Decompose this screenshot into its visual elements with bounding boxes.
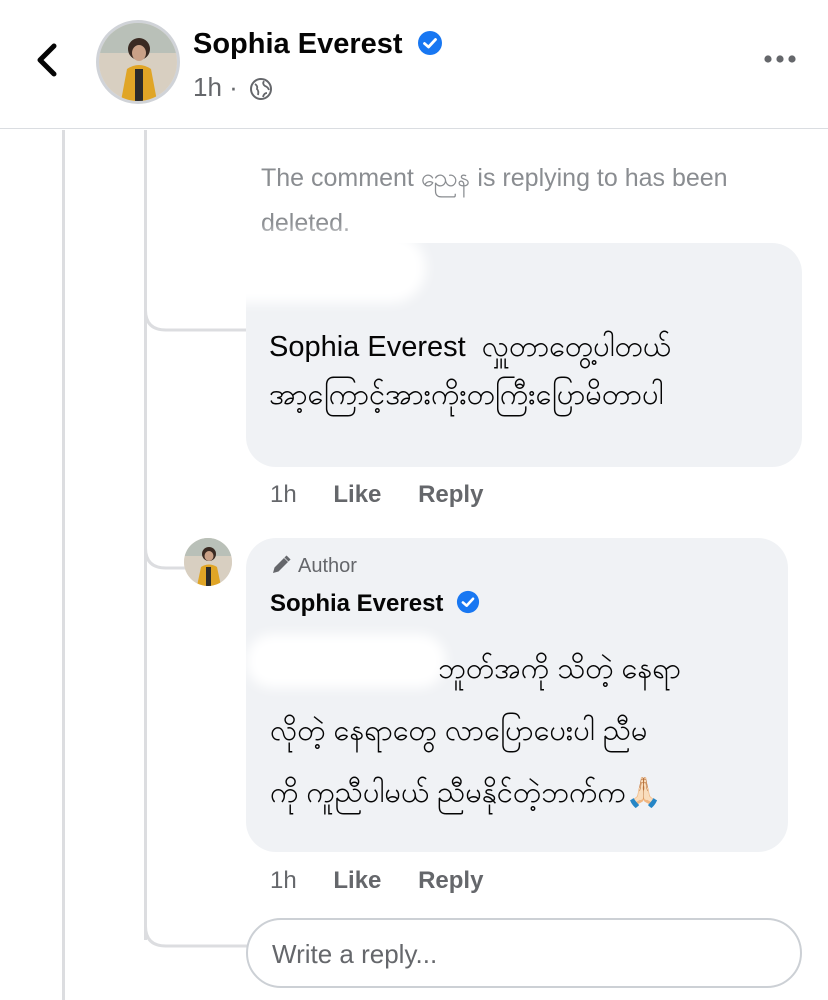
avatar[interactable] [96,20,180,104]
reply-button[interactable]: Reply [418,867,483,894]
comment-actions: 1h Like Reply [270,481,513,509]
like-button[interactable]: Like [333,867,381,894]
reply-text: လိုတဲ့ နေရာတွေ လာပြောပေးပါ ညီမ ကို ကူညီပ… [270,715,662,809]
avatar[interactable] [184,538,232,586]
reply-bubble[interactable]: Author Sophia Everest ဘူတ်အကို သိတဲ့ နေရ… [246,538,788,852]
page-title[interactable]: Sophia Everest [193,28,443,61]
verified-icon [457,590,480,614]
pencil-icon [273,555,291,573]
verified-icon [417,31,442,55]
author-badge: Author [270,554,357,578]
comment-time[interactable]: 1h [270,481,297,508]
post-header: Sophia Everest 1h · [0,0,828,129]
thread-line-outer [62,130,65,1000]
reply-author[interactable]: Sophia Everest [270,590,480,618]
meta-separator: · [229,72,238,102]
reply-input[interactable] [270,932,774,976]
reply-text-line: ဘူတ်အကို သိတဲ့ နေရာ [438,653,681,685]
redacted-name [166,233,426,303]
thread-connector [144,900,248,948]
globe-icon [250,78,273,100]
redacted-mention [246,634,446,688]
like-button[interactable]: Like [333,481,381,508]
reply-actions: 1h Like Reply [270,867,513,895]
comment-bubble[interactable]: Sophia Everest လှူတာတွေ့ပါတယ် အာ့ကြောင့်… [166,233,802,467]
post-time[interactable]: 1h [193,72,222,102]
reply-composer[interactable] [246,918,802,988]
thread-connector [144,520,186,570]
more-horizontal-icon [764,55,796,63]
reply-button[interactable]: Reply [418,481,483,508]
author-name[interactable]: Sophia Everest [193,28,403,60]
reply-time[interactable]: 1h [270,867,297,894]
post-meta: 1h · [193,72,273,103]
chevron-left-icon [37,43,57,77]
comment-text: Sophia Everest လှူတာတွေ့ပါတယ် အာ့ကြောင့်… [269,331,672,411]
author-badge-label: Author [298,555,357,577]
back-button[interactable] [28,36,68,84]
reply-author-name[interactable]: Sophia Everest [270,590,443,617]
more-options-button[interactable] [760,44,804,74]
